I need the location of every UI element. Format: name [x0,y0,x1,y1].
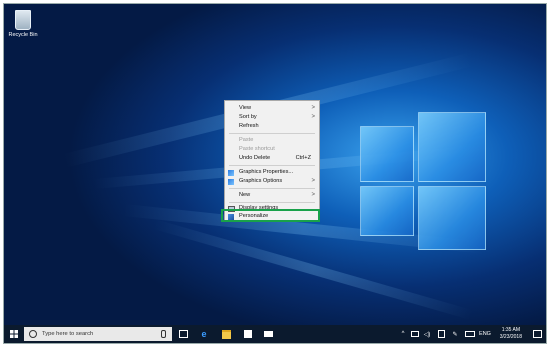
recycle-bin[interactable]: Recycle Bin [8,10,38,38]
battery-icon [411,331,419,337]
menu-item-paste-shortcut: Paste shortcut [225,145,319,154]
chevron-right-icon: > [311,114,315,120]
notification-icon [532,330,542,338]
menu-item-refresh[interactable]: Refresh [225,122,319,131]
menu-item-graphics-properties[interactable]: Graphics Properties... [225,168,319,177]
search-box[interactable]: Type here to search [24,327,172,341]
network-icon [437,330,445,338]
recycle-bin-label: Recycle Bin [8,32,38,38]
menu-separator [229,202,315,203]
menu-separator [229,165,315,166]
taskbar: Type here to search e ^ ◁) ✎ ENG 1:35 AM… [4,325,546,343]
store-icon [244,330,252,338]
recycle-bin-icon [15,10,31,30]
mail-button[interactable] [260,325,276,343]
chevron-right-icon: > [311,192,315,198]
edge-button[interactable]: e [196,325,212,343]
menu-item-view[interactable]: View > [225,104,319,113]
microphone-icon[interactable] [161,330,166,338]
menu-item-label: New [239,192,251,198]
graphics-icon [228,178,234,185]
menu-item-label: Paste shortcut [239,146,275,152]
menu-item-graphics-options[interactable]: Graphics Options > [225,177,319,186]
clock[interactable]: 1:35 AM 3/23/2018 [500,327,522,340]
tray-item[interactable] [464,325,476,343]
menu-separator [229,188,315,189]
store-button[interactable] [240,325,256,343]
menu-item-undo-delete[interactable]: Undo Delete Ctrl+Z [225,154,319,163]
logo-pane [360,186,414,236]
keyboard-icon [465,331,475,337]
task-view-button[interactable] [176,325,190,343]
menu-item-label: View [239,105,252,111]
menu-item-label: Sort by [239,114,257,120]
folder-icon [221,329,231,339]
windows-start-icon [10,330,18,338]
logo-pane [360,126,414,182]
menu-item-label: Graphics Options [239,178,283,184]
menu-item-label: Paste [239,137,254,143]
logo-pane [418,112,486,182]
menu-item-new[interactable]: New > [225,191,319,200]
personalize-highlight [221,209,320,222]
edge-icon: e [201,329,207,339]
graphics-icon [228,169,234,176]
search-placeholder: Type here to search [42,331,94,337]
menu-separator [229,133,315,134]
mail-icon [263,331,273,337]
clock-date: 3/23/2018 [499,333,522,340]
tray-item[interactable]: ✎ [450,325,460,343]
desktop: Recycle Bin View > Sort by > Refresh Pas… [3,3,547,344]
file-explorer-button[interactable] [218,325,234,343]
menu-item-shortcut: Ctrl+Z [295,155,311,161]
chevron-right-icon: > [311,105,315,111]
tray-item[interactable] [436,325,446,343]
menu-item-label: Undo Delete [239,155,271,161]
chevron-up-icon: ^ [401,331,405,337]
tray-item[interactable] [410,325,420,343]
windows-logo [360,112,510,252]
cortana-icon [29,330,37,338]
chevron-right-icon: > [311,178,315,184]
tray-overflow-button[interactable]: ^ [398,325,408,343]
pen-icon: ✎ [452,331,458,338]
menu-item-paste: Paste [225,136,319,145]
task-view-icon [178,330,188,338]
action-center-button[interactable] [530,325,544,343]
menu-item-label: Graphics Properties... [239,169,294,175]
menu-item-label: Refresh [239,123,259,129]
menu-item-sort-by[interactable]: Sort by > [225,113,319,122]
language-label: ENG [479,331,491,337]
language-indicator[interactable]: ENG [478,325,492,343]
start-button[interactable] [6,325,22,343]
tray-item[interactable]: ◁) [422,325,432,343]
logo-pane [418,186,486,250]
clock-time: 1:35 AM [501,327,521,333]
context-menu: View > Sort by > Refresh Paste Paste sho… [224,100,320,222]
volume-icon: ◁) [423,331,431,338]
